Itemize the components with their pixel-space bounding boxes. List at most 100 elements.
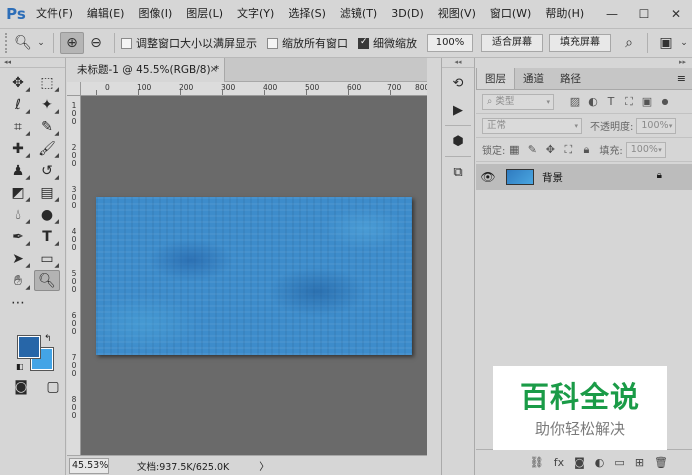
- tab-channels[interactable]: 通道: [515, 68, 552, 89]
- filter-kind-select[interactable]: ⌕ 类型 ▾: [482, 93, 554, 110]
- document-tab[interactable]: 未标题-1 @ 45.5%(RGB/8) * ×: [67, 58, 225, 82]
- fit-screen-button[interactable]: 适合屏幕: [481, 34, 543, 52]
- marquee-tool-icon[interactable]: ⬚ ◢: [34, 72, 60, 94]
- path-selection-tool-icon[interactable]: ➤ ◢: [5, 248, 31, 270]
- eye-icon[interactable]: 👁︎: [476, 170, 500, 184]
- workspace-icon[interactable]: ▣: [654, 32, 678, 54]
- tab-paths[interactable]: 路径: [552, 68, 589, 89]
- minimize-button[interactable]: —: [596, 0, 628, 28]
- resize-windows-checkbox[interactable]: 调整窗口大小以满屏显示: [121, 35, 257, 51]
- adjustment-layer-icon[interactable]: ◐: [595, 456, 605, 469]
- layer-row[interactable]: 👁︎ 背景 🔒︎: [476, 164, 692, 190]
- blur-tool-icon[interactable]: 💧︎ ◢: [5, 204, 31, 226]
- fill-field[interactable]: 100% ▾: [625, 141, 666, 158]
- smart-object-filter-icon[interactable]: ▣: [638, 95, 656, 108]
- tab-layers[interactable]: 图层: [476, 68, 515, 89]
- link-layers-icon[interactable]: ⛓: [530, 456, 544, 469]
- shape-filter-icon[interactable]: ⛶: [620, 95, 638, 109]
- panel-menu-icon[interactable]: ≡: [677, 72, 686, 85]
- panel-collapse-icon[interactable]: ▸▸: [476, 58, 692, 68]
- menu-3d[interactable]: 3D(D): [384, 0, 431, 28]
- new-group-icon[interactable]: ▭: [614, 456, 624, 469]
- default-colors-icon[interactable]: ◧: [16, 362, 24, 371]
- rectangle-tool-icon[interactable]: ▭ ◢: [34, 248, 60, 270]
- close-button[interactable]: ✕: [660, 0, 692, 28]
- actions-panel-icon[interactable]: ▶: [444, 98, 472, 122]
- checkbox-box[interactable]: [121, 37, 132, 49]
- type-filter-icon[interactable]: T: [602, 95, 620, 108]
- 3d-panel-icon[interactable]: ⬢: [444, 129, 472, 153]
- eraser-tool-icon[interactable]: ◩ ◢: [5, 182, 31, 204]
- lasso-tool-icon[interactable]: ℓ ◢: [5, 94, 31, 116]
- screen-mode-icon[interactable]: ▢: [40, 376, 66, 397]
- horizontal-ruler[interactable]: 0 100 200 300 400 500 600 700 800: [81, 82, 427, 96]
- menu-file[interactable]: 文件(F): [29, 0, 80, 28]
- history-brush-tool-icon[interactable]: ↺ ◢: [34, 160, 60, 182]
- properties-panel-icon[interactable]: ⧉: [444, 160, 472, 184]
- move-tool-icon[interactable]: ✥ ◢: [5, 72, 31, 94]
- canvas-workspace[interactable]: [81, 96, 427, 455]
- menu-layer[interactable]: 图层(L): [179, 0, 230, 28]
- zoom-all-windows-checkbox[interactable]: 缩放所有窗口: [267, 35, 348, 51]
- checkbox-box[interactable]: [358, 37, 369, 49]
- gradient-tool-icon[interactable]: ▤ ◢: [34, 182, 60, 204]
- foreground-color-swatch[interactable]: [17, 335, 41, 359]
- eyedropper-tool-icon[interactable]: ✎ ◢: [34, 116, 60, 138]
- search-icon[interactable]: ⌕: [617, 32, 641, 54]
- pixel-filter-icon[interactable]: ▨: [566, 95, 584, 108]
- zoom-level-field[interactable]: 45.53%: [69, 457, 109, 474]
- document-size-info[interactable]: 文档:937.5K/625.0K: [137, 459, 229, 473]
- more-tools-icon[interactable]: ⋯: [5, 292, 31, 313]
- add-mask-icon[interactable]: ◙: [574, 456, 585, 469]
- maximize-button[interactable]: ☐: [628, 0, 660, 28]
- lock-position-icon[interactable]: ✥: [541, 143, 559, 156]
- blend-mode-select[interactable]: 正常 ▾: [482, 117, 582, 134]
- ruler-origin[interactable]: [67, 82, 81, 96]
- close-tab-icon[interactable]: ×: [210, 58, 218, 82]
- type-tool-icon[interactable]: T ◢: [34, 226, 60, 248]
- zoom-in-icon[interactable]: ⊕: [60, 32, 84, 54]
- menu-window[interactable]: 窗口(W): [483, 0, 538, 28]
- zoom-100-button[interactable]: 100%: [427, 34, 473, 52]
- scrubby-zoom-checkbox[interactable]: 细微缩放: [358, 35, 417, 51]
- new-layer-icon[interactable]: ⊞: [635, 456, 644, 469]
- clone-stamp-tool-icon[interactable]: ♟ ◢: [5, 160, 31, 182]
- brush-tool-icon[interactable]: 🖌︎ ◢: [34, 138, 60, 160]
- adjustment-filter-icon[interactable]: ◐: [584, 95, 602, 108]
- history-panel-icon[interactable]: ⟲: [444, 71, 472, 95]
- opacity-field[interactable]: 100% ▾: [636, 117, 677, 134]
- dock-collapse-icon[interactable]: ◂◂: [442, 58, 474, 68]
- tools-collapse-icon[interactable]: ◂◂: [0, 58, 65, 68]
- hand-tool-icon[interactable]: ✋︎ ◢: [5, 270, 31, 292]
- menu-type[interactable]: 文字(Y): [230, 0, 281, 28]
- lock-transparent-icon[interactable]: ▦: [505, 143, 523, 156]
- menu-filter[interactable]: 滤镜(T): [333, 0, 384, 28]
- menu-edit[interactable]: 编辑(E): [80, 0, 132, 28]
- fill-screen-button[interactable]: 填充屏幕: [549, 34, 611, 52]
- swap-colors-icon[interactable]: ↰: [44, 334, 52, 344]
- fx-icon[interactable]: fx: [554, 456, 564, 469]
- lock-artboard-icon[interactable]: ⛶: [559, 143, 577, 157]
- dodge-tool-icon[interactable]: ● ◢: [34, 204, 60, 226]
- filter-toggle-icon[interactable]: ●: [656, 97, 674, 106]
- vertical-ruler[interactable]: 1 0 0 2 0 0 3 0 0 4 0 0 5 0 0 6 0 0 7 0 …: [67, 96, 81, 455]
- zoom-out-icon[interactable]: ⊖: [84, 32, 108, 54]
- trash-icon[interactable]: 🗑︎: [654, 456, 668, 469]
- zoom-tool-icon[interactable]: 🔍︎: [34, 270, 60, 291]
- menu-view[interactable]: 视图(V): [431, 0, 483, 28]
- zoom-tool-preset-icon[interactable]: 🔍︎: [11, 32, 35, 54]
- chevron-down-icon[interactable]: ⌄: [35, 32, 47, 54]
- status-menu-arrow-icon[interactable]: 〉: [259, 458, 269, 473]
- layer-name[interactable]: 背景: [542, 170, 563, 185]
- crop-tool-icon[interactable]: ⌗ ◢: [5, 116, 31, 138]
- checkbox-box[interactable]: [267, 37, 278, 49]
- healing-brush-tool-icon[interactable]: ✚ ◢: [5, 138, 31, 160]
- menu-help[interactable]: 帮助(H): [538, 0, 591, 28]
- magic-wand-tool-icon[interactable]: ✦ ◢: [34, 94, 60, 116]
- chevron-down-icon[interactable]: ⌄: [678, 32, 690, 54]
- menu-image[interactable]: 图像(I): [131, 0, 179, 28]
- lock-all-icon[interactable]: 🔒︎: [577, 143, 595, 157]
- quick-mask-icon[interactable]: ◙: [8, 376, 34, 397]
- document-canvas[interactable]: [96, 197, 412, 355]
- lock-pixels-icon[interactable]: ✎: [523, 143, 541, 156]
